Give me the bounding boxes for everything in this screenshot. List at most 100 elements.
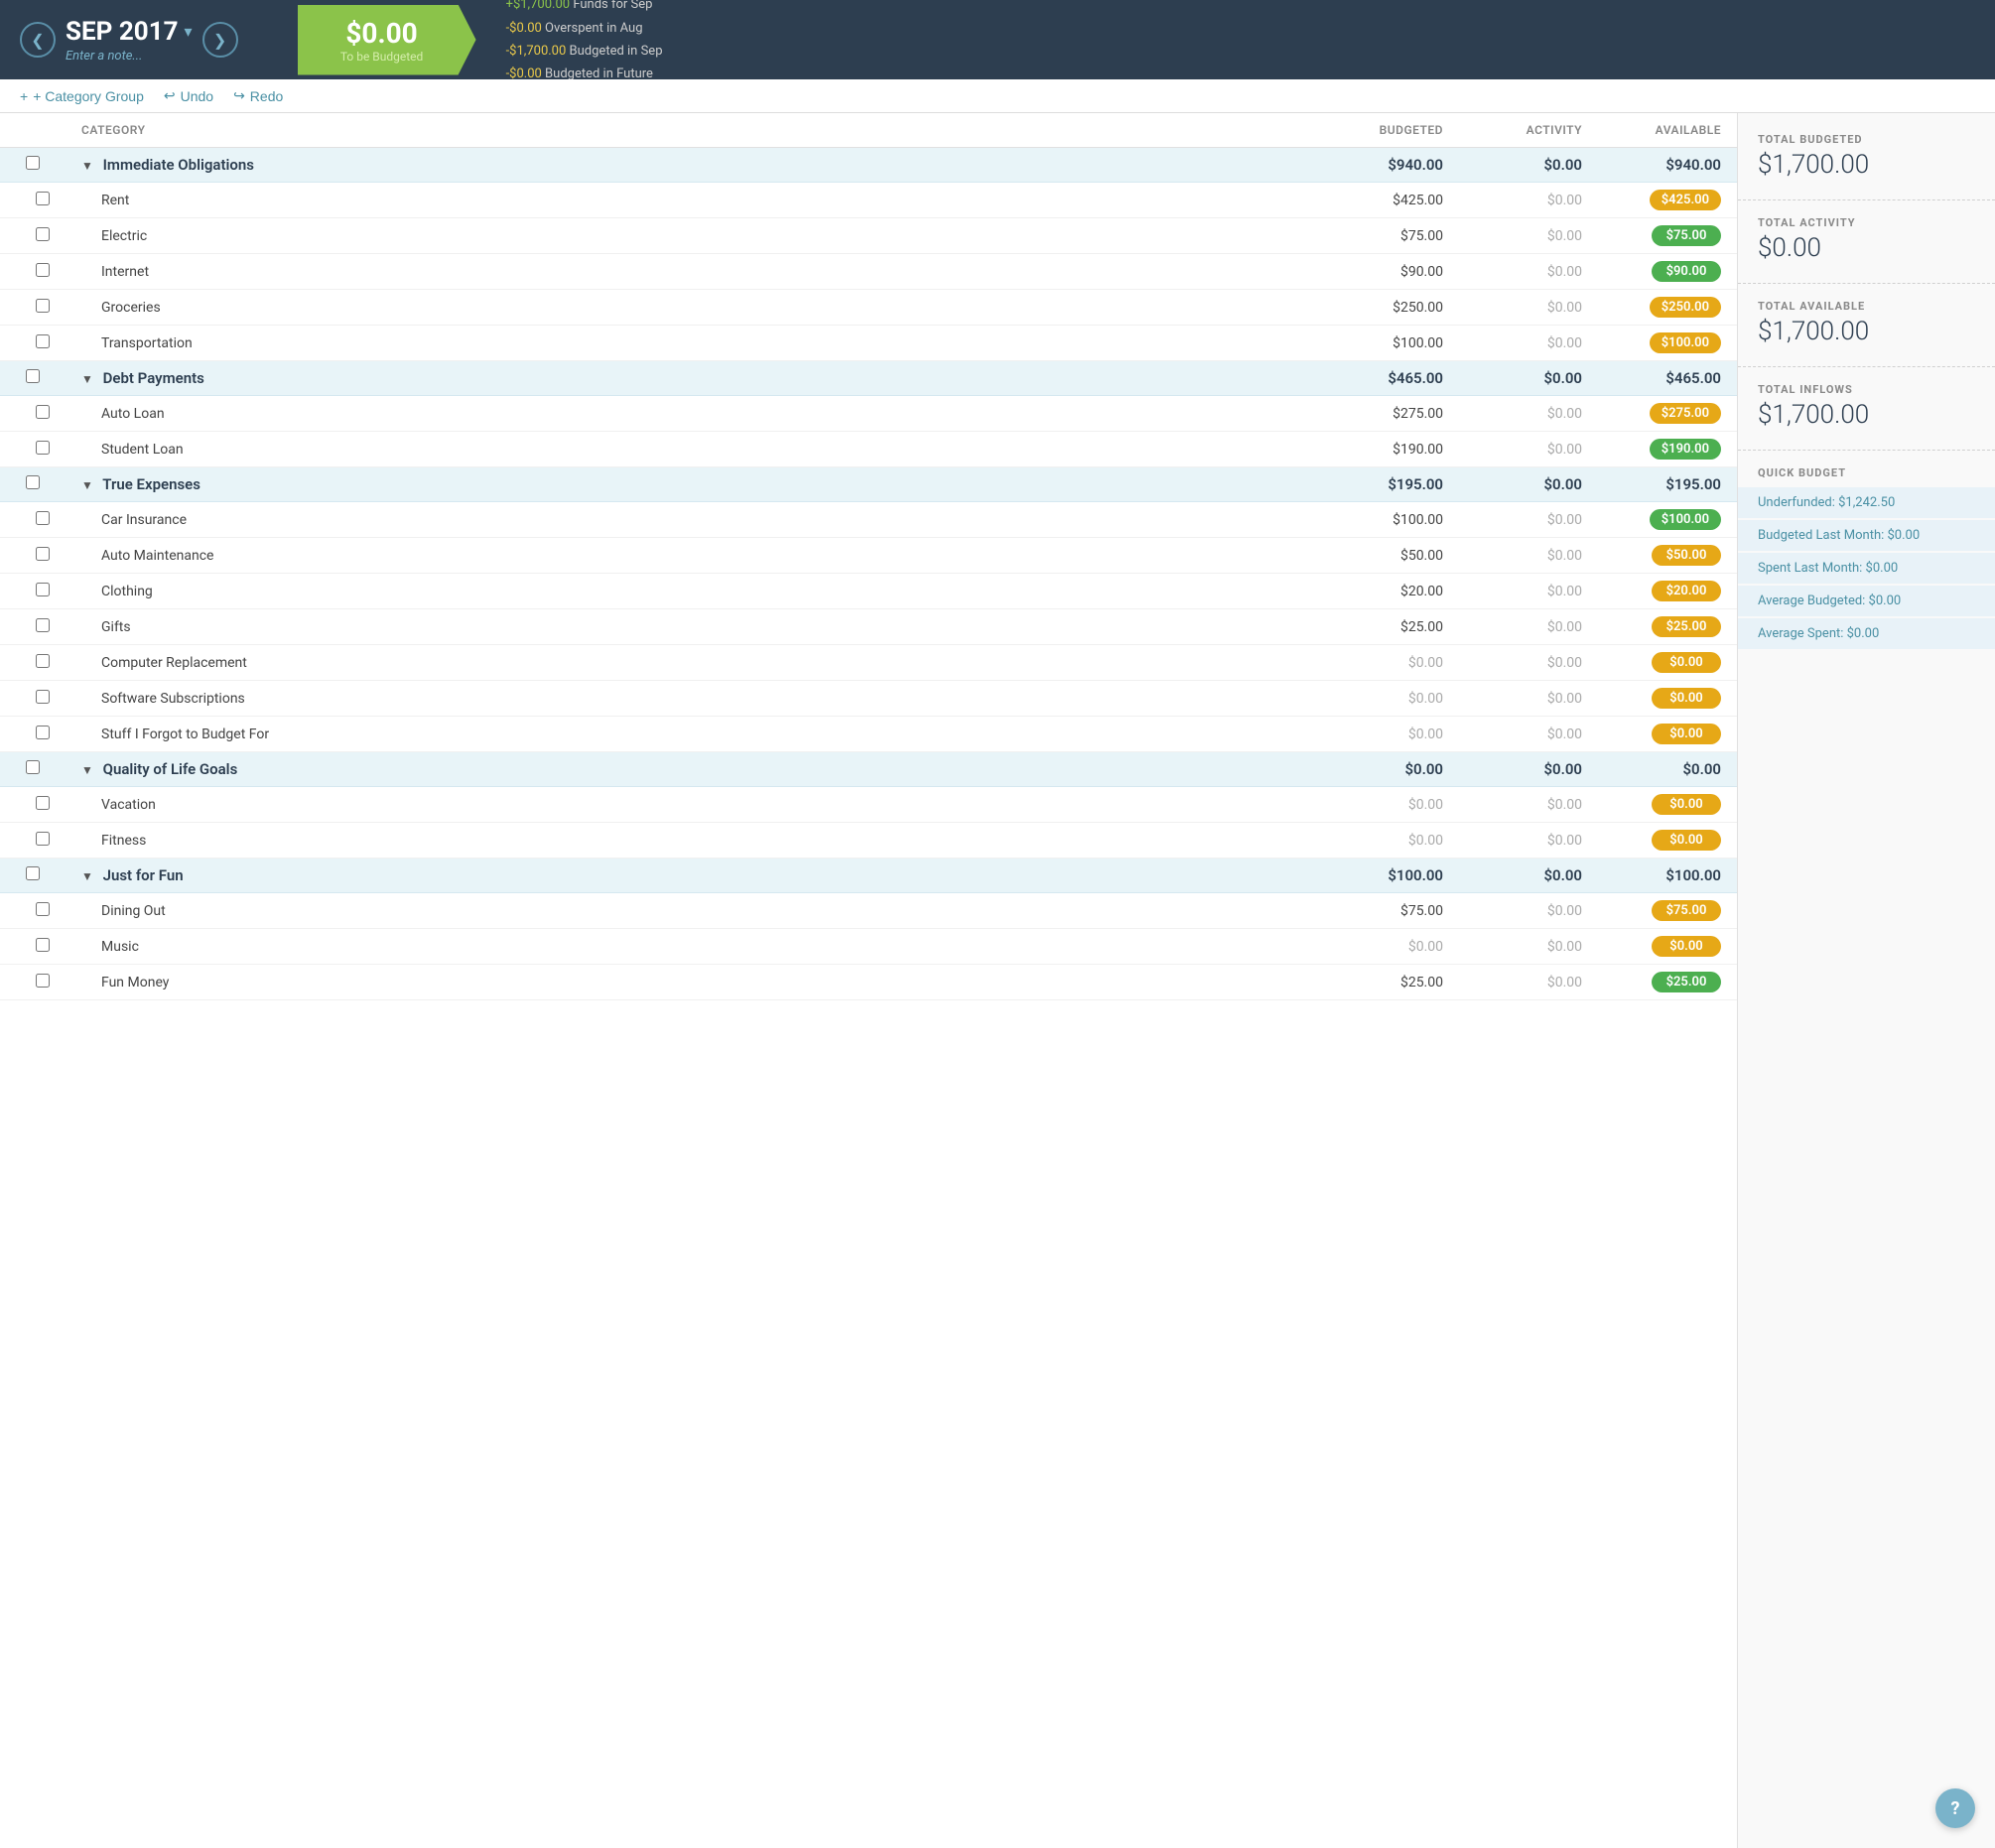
group-toggle-icon[interactable]: ▼ [81,372,93,386]
item-checkbox-cell[interactable] [0,823,66,858]
item-activity: $0.00 [1459,432,1598,467]
item-checkbox[interactable] [36,902,50,916]
add-category-group-button[interactable]: + + Category Group [20,88,144,104]
item-activity: $0.00 [1459,218,1598,254]
item-checkbox-cell[interactable] [0,681,66,717]
budget-table-container: CATEGORY BUDGETED ACTIVITY AVAILABLE ▼ I… [0,113,1737,1848]
item-budgeted[interactable]: $25.00 [1320,609,1459,645]
group-checkbox[interactable] [26,475,40,489]
item-budgeted[interactable]: $75.00 [1320,218,1459,254]
item-checkbox[interactable] [36,405,50,419]
item-checkbox-cell[interactable] [0,538,66,574]
item-checkbox-cell[interactable] [0,326,66,361]
item-activity: $0.00 [1459,929,1598,965]
quick-budget-item[interactable]: Average Spent: $0.00 [1738,618,1995,649]
item-checkbox[interactable] [36,974,50,988]
item-available: $190.00 [1598,432,1737,467]
item-checkbox[interactable] [36,263,50,277]
item-checkbox[interactable] [36,192,50,205]
item-budgeted[interactable]: $50.00 [1320,538,1459,574]
prev-month-button[interactable]: ❮ [20,22,56,58]
item-budgeted[interactable]: $275.00 [1320,396,1459,432]
redo-button[interactable]: ↪ Redo [233,87,283,104]
item-checkbox[interactable] [36,690,50,704]
item-checkbox[interactable] [36,938,50,952]
next-month-button[interactable]: ❯ [202,22,238,58]
group-checkbox[interactable] [26,369,40,383]
group-toggle-icon[interactable]: ▼ [81,869,93,883]
item-checkbox-cell[interactable] [0,645,66,681]
quick-budget-item[interactable]: Underfunded: $1,242.50 [1738,487,1995,518]
quick-budget-item[interactable]: Budgeted Last Month: $0.00 [1738,520,1995,551]
item-budgeted[interactable]: $0.00 [1320,681,1459,717]
item-checkbox[interactable] [36,334,50,348]
main-layout: CATEGORY BUDGETED ACTIVITY AVAILABLE ▼ I… [0,113,1995,1848]
item-name: Fitness [66,823,1320,858]
group-checkbox[interactable] [26,156,40,170]
item-checkbox[interactable] [36,726,50,739]
item-checkbox[interactable] [36,618,50,632]
item-checkbox-cell[interactable] [0,183,66,218]
group-checkbox-cell[interactable] [0,148,66,183]
group-checkbox-cell[interactable] [0,752,66,787]
item-checkbox-cell[interactable] [0,502,66,538]
item-checkbox[interactable] [36,547,50,561]
item-checkbox-cell[interactable] [0,254,66,290]
item-checkbox-cell[interactable] [0,965,66,1000]
item-available: $0.00 [1598,787,1737,823]
item-budgeted[interactable]: $0.00 [1320,645,1459,681]
item-checkbox[interactable] [36,227,50,241]
item-budgeted[interactable]: $0.00 [1320,787,1459,823]
quick-budget-item[interactable]: Average Budgeted: $0.00 [1738,586,1995,616]
item-checkbox[interactable] [36,299,50,313]
month-dropdown-icon[interactable]: ▾ [185,22,193,41]
group-name: ▼ True Expenses [66,467,1320,502]
group-available: $0.00 [1598,752,1737,787]
item-checkbox-cell[interactable] [0,432,66,467]
item-budgeted[interactable]: $100.00 [1320,326,1459,361]
item-budgeted[interactable]: $250.00 [1320,290,1459,326]
item-checkbox[interactable] [36,583,50,596]
item-name: Dining Out [66,893,1320,929]
note-input[interactable]: Enter a note... [66,49,193,64]
item-checkbox[interactable] [36,796,50,810]
group-checkbox[interactable] [26,760,40,774]
item-checkbox-cell[interactable] [0,787,66,823]
item-checkbox-cell[interactable] [0,609,66,645]
item-available: $0.00 [1598,929,1737,965]
item-checkbox-cell[interactable] [0,574,66,609]
item-budgeted[interactable]: $190.00 [1320,432,1459,467]
total-available-value: $1,700.00 [1758,317,1975,346]
group-toggle-icon[interactable]: ▼ [81,159,93,173]
item-checkbox-cell[interactable] [0,218,66,254]
item-budgeted[interactable]: $0.00 [1320,929,1459,965]
help-button[interactable]: ? [1935,1788,1975,1828]
item-budgeted[interactable]: $425.00 [1320,183,1459,218]
item-checkbox-cell[interactable] [0,929,66,965]
item-checkbox-cell[interactable] [0,893,66,929]
item-checkbox-cell[interactable] [0,717,66,752]
item-budgeted[interactable]: $90.00 [1320,254,1459,290]
item-checkbox[interactable] [36,832,50,846]
item-checkbox[interactable] [36,511,50,525]
group-toggle-icon[interactable]: ▼ [81,478,93,492]
item-checkbox-cell[interactable] [0,396,66,432]
item-checkbox[interactable] [36,441,50,455]
item-budgeted[interactable]: $75.00 [1320,893,1459,929]
item-budgeted[interactable]: $20.00 [1320,574,1459,609]
item-checkbox-cell[interactable] [0,290,66,326]
group-checkbox-cell[interactable] [0,361,66,396]
group-checkbox-cell[interactable] [0,467,66,502]
group-available: $940.00 [1598,148,1737,183]
item-budgeted[interactable]: $0.00 [1320,717,1459,752]
item-budgeted[interactable]: $25.00 [1320,965,1459,1000]
quick-budget-item[interactable]: Spent Last Month: $0.00 [1738,553,1995,584]
group-checkbox[interactable] [26,866,40,880]
table-row: Vacation $0.00 $0.00 $0.00 [0,787,1737,823]
group-checkbox-cell[interactable] [0,858,66,893]
group-toggle-icon[interactable]: ▼ [81,763,93,777]
item-budgeted[interactable]: $0.00 [1320,823,1459,858]
undo-button[interactable]: ↩ Undo [164,87,213,104]
item-checkbox[interactable] [36,654,50,668]
item-budgeted[interactable]: $100.00 [1320,502,1459,538]
